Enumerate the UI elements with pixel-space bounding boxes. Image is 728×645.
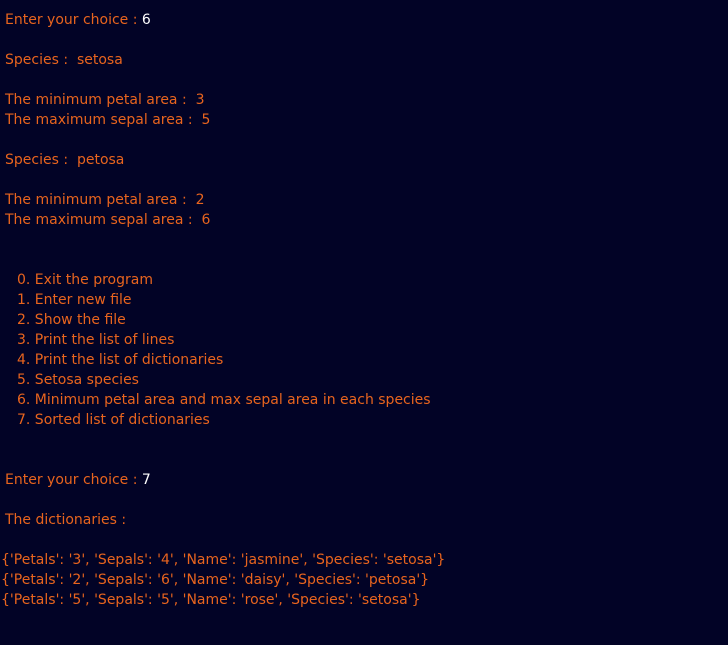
menu-option: 3. Print the list of lines — [17, 332, 175, 348]
species-label: Species : setosa — [5, 52, 123, 68]
dictionaries-header: The dictionaries : — [5, 512, 127, 528]
choice-prompt-label: Enter your choice : — [5, 12, 142, 28]
min-petal-area-line: The minimum petal area : 2 — [5, 192, 205, 208]
species-label: Species : petosa — [5, 152, 125, 168]
max-sepal-area-line: The maximum sepal area : 6 — [5, 212, 211, 228]
menu-option: 5. Setosa species — [17, 372, 139, 388]
choice-input-value: 6 — [141, 12, 151, 28]
menu-option: 1. Enter new file — [17, 292, 132, 308]
min-petal-area-line: The minimum petal area : 3 — [5, 92, 205, 108]
menu-option: 6. Minimum petal area and max sepal area… — [17, 392, 431, 408]
max-sepal-area-line: The maximum sepal area : 5 — [5, 112, 211, 128]
choice-prompt-line: Enter your choice : 6 — [0, 10, 728, 30]
menu-option: 0. Exit the program — [17, 272, 153, 288]
terminal-output: Enter your choice : 6 Species : setosa T… — [0, 10, 728, 610]
choice-prompt-label: Enter your choice : — [5, 472, 142, 488]
dictionary-row: {'Petals': '2', 'Sepals': '6', 'Name': '… — [1, 572, 430, 588]
menu-option: 2. Show the file — [17, 312, 126, 328]
dictionary-row: {'Petals': '5', 'Sepals': '5', 'Name': '… — [1, 592, 421, 608]
dictionary-row: {'Petals': '3', 'Sepals': '4', 'Name': '… — [1, 552, 446, 568]
menu-option: 4. Print the list of dictionaries — [17, 352, 224, 368]
choice-input-value: 7 — [141, 472, 151, 488]
menu-option: 7. Sorted list of dictionaries — [17, 412, 210, 428]
choice-prompt-line: Enter your choice : 7 — [0, 470, 728, 490]
